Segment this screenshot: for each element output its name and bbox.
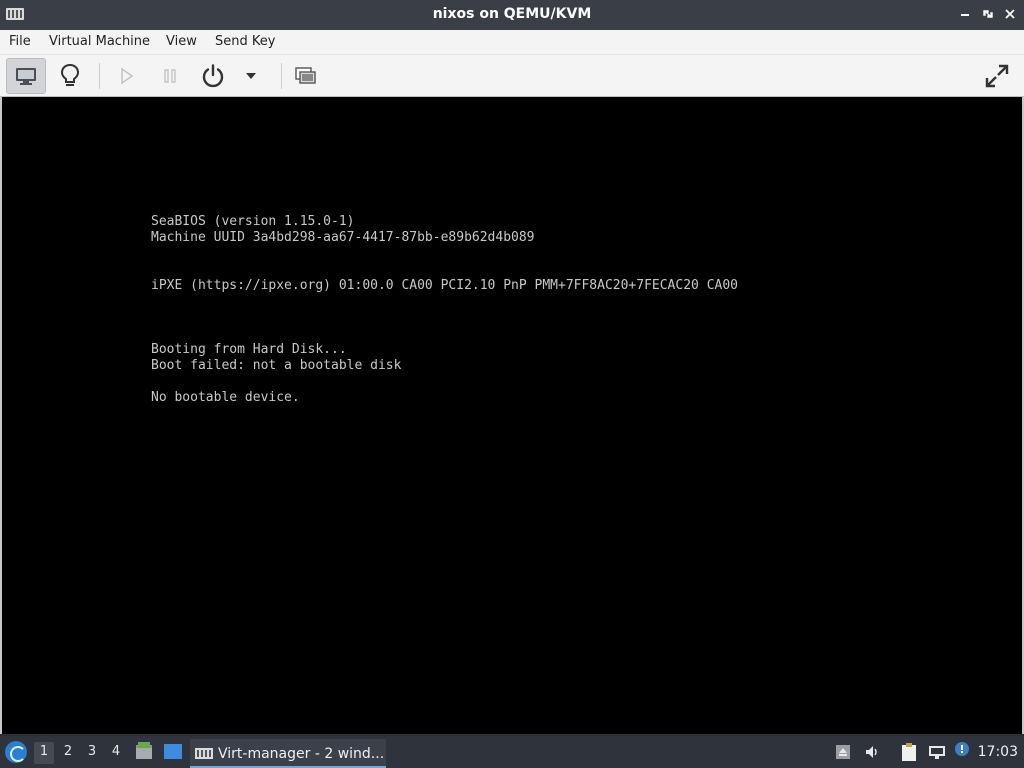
workspace-4[interactable]: 4 <box>106 742 126 764</box>
show-console-button[interactable] <box>6 58 46 94</box>
minimize-icon <box>961 14 969 16</box>
pause-button[interactable] <box>150 58 190 94</box>
menu-virtual-machine[interactable]: Virtual Machine <box>49 34 150 49</box>
pause-icon <box>164 69 176 83</box>
run-button[interactable] <box>106 58 146 94</box>
menu-file[interactable]: File <box>9 34 31 49</box>
file-manager-icon[interactable] <box>135 741 153 761</box>
fullscreen-button[interactable] <box>977 58 1017 94</box>
menu-view[interactable]: View <box>166 34 197 49</box>
console-line-uuid: Machine UUID 3a4bd298-aa67-4417-87bb-e89… <box>151 230 535 245</box>
console-line-boot-failed: Boot failed: not a bootable disk <box>151 358 402 373</box>
toolbar-separator <box>281 63 282 89</box>
volume-icon[interactable] <box>864 744 880 760</box>
minimize-button[interactable] <box>958 6 972 22</box>
snapshots-icon <box>295 67 316 84</box>
desktop-icon[interactable] <box>163 743 183 761</box>
show-details-button[interactable] <box>50 58 90 94</box>
clock[interactable]: 17:03 <box>978 744 1018 760</box>
workspace-3[interactable]: 3 <box>82 742 102 764</box>
monitor-icon <box>16 68 36 85</box>
toolbar <box>0 55 1024 97</box>
fullscreen-icon <box>985 64 1009 88</box>
vm-console-display[interactable]: SeaBIOS (version 1.15.0-1) Machine UUID … <box>2 97 1022 734</box>
maximize-button[interactable] <box>981 6 995 22</box>
shutdown-menu-button[interactable] <box>232 58 270 94</box>
toolbar-separator <box>99 63 100 89</box>
manage-snapshots-button[interactable] <box>286 58 326 94</box>
console-line-ipxe: iPXE (https://ipxe.org) 01:00.0 CA00 PCI… <box>151 278 738 293</box>
network-icon[interactable] <box>928 744 945 760</box>
console-line-seabios: SeaBIOS (version 1.15.0-1) <box>151 214 355 229</box>
chevron-down-icon <box>246 73 256 79</box>
task-label: Virt-manager - 2 wind... <box>218 746 385 762</box>
window-title: nixos on QEMU/KVM <box>432 6 592 22</box>
play-icon <box>121 67 134 85</box>
virt-manager-icon <box>195 748 213 759</box>
menu-send-key[interactable]: Send Key <box>215 34 275 49</box>
clipboard-icon[interactable] <box>900 742 918 762</box>
close-icon <box>1005 9 1015 19</box>
maximize-icon <box>983 10 993 18</box>
workspace-1[interactable]: 1 <box>34 742 54 764</box>
menu-bar: File Virtual Machine View Send Key <box>0 30 1024 55</box>
taskbar: 1 2 3 4 Virt-manager - 2 wind... 17:03 <box>0 736 1024 768</box>
power-icon <box>202 64 224 88</box>
lightbulb-icon <box>60 63 80 86</box>
close-button[interactable] <box>1003 6 1017 22</box>
window-titlebar[interactable]: nixos on QEMU/KVM <box>0 0 1024 30</box>
eject-icon[interactable] <box>835 744 851 760</box>
shutdown-button[interactable] <box>193 58 233 94</box>
console-line-booting: Booting from Hard Disk... <box>151 342 347 357</box>
console-line-no-device: No bootable device. <box>151 390 300 405</box>
workspace-2[interactable]: 2 <box>58 742 78 764</box>
notification-icon[interactable] <box>954 741 970 757</box>
taskbar-window-virt-manager[interactable]: Virt-manager - 2 wind... <box>190 739 386 768</box>
application-menu-button[interactable] <box>5 741 27 763</box>
